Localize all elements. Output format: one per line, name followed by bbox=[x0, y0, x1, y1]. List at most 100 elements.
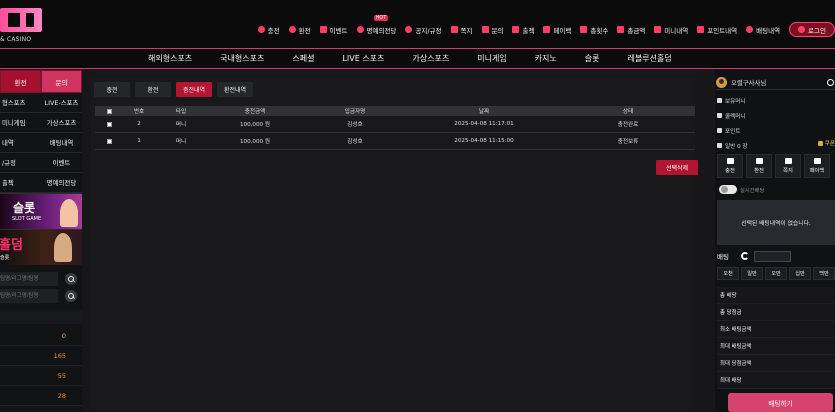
amount-1000000-button[interactable]: 백만 bbox=[813, 267, 835, 280]
sidebar-count-row[interactable]: 0 bbox=[0, 326, 82, 346]
table-row[interactable]: 2 머니 100,000 원 김성호 2025-04-08 11:17:01 충… bbox=[95, 116, 695, 133]
top-link-inquiry[interactable]: 문의 bbox=[481, 25, 503, 35]
main-nav-domestic-sports[interactable]: 국내형스포츠 bbox=[220, 53, 264, 64]
main-nav-slot[interactable]: 슬롯 bbox=[585, 53, 600, 64]
refresh-icon[interactable] bbox=[740, 252, 749, 260]
sidebar-link-event[interactable]: 이벤트 bbox=[41, 153, 82, 173]
row-checkbox[interactable] bbox=[106, 138, 112, 144]
top-link-withdraw[interactable]: 환전 bbox=[288, 25, 311, 35]
sidebar-tab-withdraw[interactable]: 환전 bbox=[0, 70, 41, 93]
sidebar-tab-inquiry[interactable]: 문의 bbox=[41, 70, 82, 93]
sidebar-link-virtual-sports[interactable]: 가상스포츠 bbox=[41, 113, 82, 133]
sidebar-count-row[interactable]: 165 bbox=[0, 346, 82, 366]
check-icon bbox=[746, 26, 754, 33]
site-logo[interactable]: & CASINO bbox=[0, 6, 50, 46]
amount-5000-button[interactable]: 오천 bbox=[717, 267, 739, 280]
main-nav-revolution-holdem[interactable]: 레볼루션홀덤 bbox=[628, 53, 672, 64]
select-all-checkbox[interactable] bbox=[106, 108, 112, 114]
sidebar-link-sports[interactable]: 형스포츠 bbox=[0, 93, 41, 113]
quick-payback-button[interactable]: 페이백 bbox=[804, 154, 830, 178]
point-icon bbox=[697, 26, 705, 33]
logo-text: & CASINO bbox=[0, 36, 32, 43]
sidebar-link-mini-game[interactable]: 미니게임 bbox=[0, 113, 41, 133]
top-link-point-history[interactable]: 포인트내역 bbox=[697, 25, 737, 35]
top-link-charge[interactable]: 충전 bbox=[257, 25, 280, 35]
bet-summary-list: 총 배당 총 당첨금 최소 배팅금액 최대 배팅금액 최대 당첨금액 최대 배당 bbox=[717, 287, 835, 389]
sidebar-link-bet-history[interactable]: 배팅내역 bbox=[41, 133, 82, 153]
slot-banner-subtitle: SLOT GAME bbox=[12, 216, 42, 222]
slot-banner[interactable]: 슬롯 SLOT GAME bbox=[0, 193, 82, 229]
user-profile-row[interactable]: 오렬구사사님 bbox=[716, 76, 835, 90]
sidebar-link-live-sports[interactable]: LIVE-스포츠 bbox=[41, 93, 82, 113]
max-win-row: 최대 당첨금액 bbox=[717, 355, 835, 372]
deposit-history-panel: 충전 환전 충전내역 환전내역 번호 타입 충전금액 입금자명 날짜 상태 2 … bbox=[91, 78, 698, 412]
gear-icon[interactable] bbox=[827, 79, 834, 86]
top-link-notice[interactable]: 공지/규정 bbox=[405, 25, 442, 35]
main-nav-special[interactable]: 스페셜 bbox=[292, 53, 314, 64]
amount-10000-button[interactable]: 일만 bbox=[741, 267, 763, 280]
row-checkbox[interactable] bbox=[106, 121, 112, 127]
main-content: 충전 환전 충전내역 환전내역 번호 타입 충전금액 입금자명 날짜 상태 2 … bbox=[82, 70, 715, 412]
search-icon[interactable] bbox=[65, 290, 77, 302]
tab-withdraw[interactable]: 환전 bbox=[135, 82, 171, 97]
top-link-total-count[interactable]: 총횟수 bbox=[580, 25, 608, 35]
top-header: & CASINO 충전 환전 이벤트 HOT 명예의전당 공지/규정 쪽지 문의 … bbox=[0, 0, 835, 48]
main-nav-live-sports[interactable]: LIVE 스포츠 bbox=[342, 53, 384, 64]
amount-100000-button[interactable]: 십만 bbox=[789, 267, 811, 280]
tab-withdraw-history[interactable]: 환전내역 bbox=[217, 82, 253, 97]
top-link-bet-history[interactable]: 배팅내역 bbox=[746, 25, 780, 35]
message-icon bbox=[450, 26, 458, 33]
max-odds-row: 최대 배당 bbox=[717, 372, 835, 389]
table-row[interactable]: 1 머니 100,000 원 김성호 2025-04-08 11:15:00 충… bbox=[95, 133, 695, 150]
delete-selected-button[interactable]: 선택삭제 bbox=[656, 160, 698, 175]
row-type: 머니 bbox=[175, 122, 187, 128]
place-bet-button[interactable]: 배팅하기 bbox=[728, 393, 833, 412]
sidebar-link-history[interactable]: 내역 bbox=[0, 133, 41, 153]
sidebar-link-attendance[interactable]: 출첵 bbox=[0, 173, 41, 193]
top-link-payback[interactable]: 페이백 bbox=[543, 25, 571, 35]
top-link-mini-history[interactable]: 미니내역 bbox=[654, 25, 688, 35]
team-search-input[interactable] bbox=[0, 272, 58, 286]
team-search-row bbox=[0, 271, 82, 287]
top-link-message[interactable]: 쪽지 bbox=[450, 25, 473, 35]
top-link-hall-of-fame[interactable]: HOT 명예의전당 bbox=[356, 14, 396, 35]
top-link-total-amount[interactable]: 총금액 bbox=[617, 25, 645, 35]
collect-icon bbox=[717, 113, 722, 118]
quick-withdraw-button[interactable]: 환전 bbox=[746, 154, 772, 178]
main-nav-casino[interactable]: 카지노 bbox=[535, 53, 557, 64]
holdem-banner-character-icon bbox=[54, 233, 72, 262]
realtime-odds-toggle[interactable] bbox=[719, 185, 737, 194]
top-link-attendance[interactable]: 출첵 bbox=[512, 25, 534, 35]
quick-message-button[interactable]: 쪽지 bbox=[775, 154, 801, 178]
league-search-input[interactable] bbox=[0, 289, 58, 303]
minus-icon bbox=[288, 26, 296, 33]
top-link-event[interactable]: 이벤트 bbox=[319, 25, 348, 35]
coupon-link[interactable]: 쿠폰 bbox=[817, 139, 835, 147]
sidebar-count-row[interactable]: 28 bbox=[0, 386, 82, 406]
sidebar-count-row[interactable]: 55 bbox=[0, 366, 82, 386]
top-link-bar: 충전 환전 이벤트 HOT 명예의전당 공지/규정 쪽지 문의 출첵 페이백 총횟… bbox=[257, 14, 835, 37]
sidebar-link-hall-of-fame[interactable]: 명예의전당 bbox=[41, 173, 82, 193]
quick-charge-button[interactable]: 충전 bbox=[717, 154, 743, 178]
search-icon[interactable] bbox=[65, 273, 77, 285]
league-search-row bbox=[0, 288, 82, 304]
row-status: 충전보류 bbox=[617, 139, 639, 145]
amount-50000-button[interactable]: 오만 bbox=[765, 267, 787, 280]
table-header: 번호 타입 충전금액 입금자명 날짜 상태 bbox=[95, 106, 695, 116]
logo-mark bbox=[0, 8, 42, 32]
tab-charge[interactable]: 충전 bbox=[94, 82, 130, 97]
bet-amount-input[interactable] bbox=[753, 250, 791, 262]
main-nav-overseas-sports[interactable]: 해외형스포츠 bbox=[148, 53, 192, 64]
main-nav-mini-game[interactable]: 미니게임 bbox=[477, 53, 506, 64]
coupon-count-row: 일반 0 장 쿠폰 bbox=[717, 139, 835, 152]
holdem-banner[interactable]: 홀덤 슬롯 bbox=[0, 229, 82, 265]
main-nav-virtual-sports[interactable]: 가상스포츠 bbox=[412, 53, 449, 64]
total-odds-row: 총 배당 bbox=[717, 287, 835, 304]
col-number: 번호 bbox=[133, 109, 145, 115]
tab-charge-history[interactable]: 충전내역 bbox=[176, 82, 212, 97]
quick-amount-buttons: 오천 일만 오만 십만 백만 bbox=[717, 267, 835, 280]
login-button[interactable]: 로그인 bbox=[789, 22, 835, 37]
col-type: 타입 bbox=[175, 109, 187, 115]
payback-icon bbox=[543, 26, 551, 33]
sidebar-link-rules[interactable]: /규정 bbox=[0, 153, 41, 173]
